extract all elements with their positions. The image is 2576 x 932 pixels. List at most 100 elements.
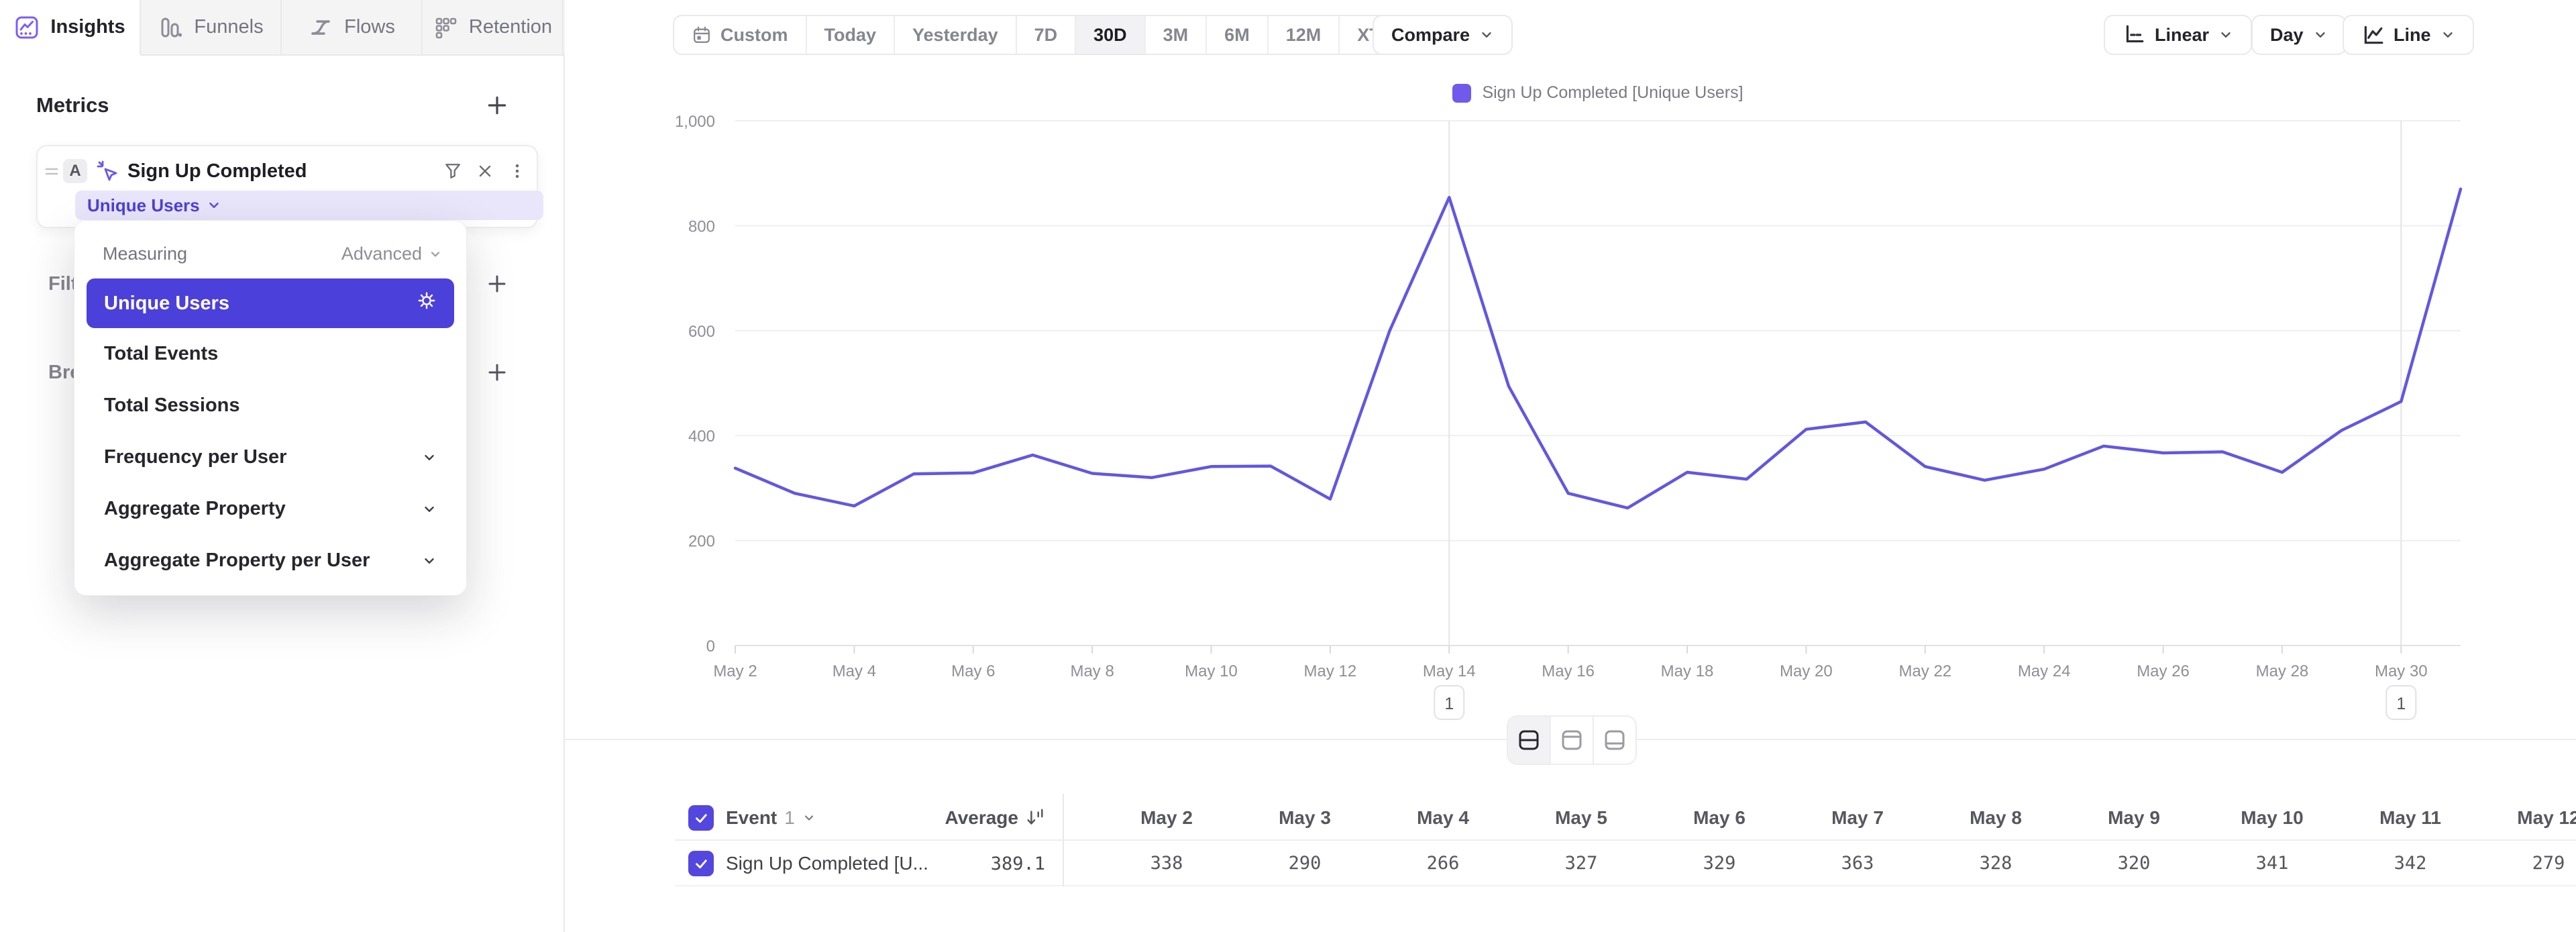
annotation-badge-count: 1	[2396, 694, 2406, 713]
chart-type-button[interactable]: Line	[2343, 15, 2474, 55]
row-average-value: 389.1	[990, 853, 1045, 874]
axis-scale-icon	[2126, 25, 2144, 43]
measuring-dropdown: Measuring Advanced Unique Users Total Eve…	[74, 220, 467, 596]
measure-option-frequency-per-user[interactable]: Frequency per User	[87, 431, 454, 483]
scale-button[interactable]: Linear	[2104, 15, 2253, 55]
chevron-down-icon	[422, 554, 437, 568]
tab-funnels[interactable]: Funnels	[141, 0, 282, 56]
x-tick-label: May 8	[1070, 662, 1114, 680]
x-tick-label: May 18	[1661, 662, 1714, 680]
range-12m[interactable]: 12M	[1269, 16, 1340, 54]
event-more-button[interactable]	[506, 160, 529, 183]
column-header-may-9[interactable]: May 9	[2065, 805, 2203, 831]
range-custom[interactable]: Custom	[674, 16, 807, 54]
drag-handle-icon[interactable]	[43, 162, 60, 180]
add-breakdown-button[interactable]	[484, 360, 510, 385]
column-header-may-8[interactable]: May 8	[1927, 805, 2065, 831]
table-only-view-icon	[1605, 730, 1625, 750]
table-only-view-button[interactable]	[1594, 717, 1635, 764]
range-label: Today	[824, 24, 877, 45]
filters-label: Filt	[48, 272, 78, 295]
add-filter-button[interactable]	[484, 271, 510, 297]
range-3m[interactable]: 3M	[1146, 16, 1208, 54]
column-header-may-7[interactable]: May 7	[1788, 805, 1927, 831]
scale-label: Linear	[2155, 24, 2210, 45]
insights-line-chart[interactable]: 0 200 400 600 800 1,000 May 2 May 4 May 6 May 8 Ma…	[565, 74, 2576, 745]
x-tick-label: May 28	[2256, 662, 2309, 680]
sort-icon	[1027, 809, 1043, 825]
range-7d[interactable]: 7D	[1017, 16, 1077, 54]
plus-icon	[488, 96, 506, 115]
annotation-badge-count: 1	[1444, 694, 1454, 713]
measure-option-total-events[interactable]: Total Events	[87, 328, 454, 380]
chevron-down-icon	[2443, 32, 2453, 38]
x-tick-label: May 24	[2018, 662, 2071, 680]
cell-may-10: 341	[2255, 853, 2289, 874]
split-view-button[interactable]	[1508, 717, 1551, 764]
event-letter-badge: A	[63, 159, 87, 183]
measure-option-unique-users[interactable]: Unique Users	[87, 278, 454, 328]
column-header-may-12[interactable]: May 12	[2479, 805, 2576, 831]
tab-retention[interactable]: Retention	[423, 0, 564, 56]
chart-only-view-button[interactable]	[1551, 717, 1594, 764]
compare-button[interactable]: Compare	[1373, 15, 1513, 55]
insights-icon	[14, 15, 40, 40]
y-tick-label: 800	[688, 217, 715, 236]
cell-may-12: 279	[2532, 853, 2565, 874]
measure-option-label: Unique Users	[104, 292, 229, 314]
measuring-mode-select[interactable]: Advanced	[341, 244, 442, 264]
cell-may-2: 338	[1150, 853, 1183, 874]
metrics-title: Metrics	[36, 93, 109, 117]
event-group-header[interactable]: Event 1	[726, 805, 816, 831]
plus-icon	[488, 275, 506, 293]
metrics-section-header: Metrics	[36, 93, 510, 118]
gear-icon[interactable]	[417, 291, 437, 316]
compare-label: Compare	[1391, 24, 1470, 45]
range-yesterday[interactable]: Yesterday	[895, 16, 1017, 54]
select-all-checkbox[interactable]	[688, 805, 714, 831]
measuring-dropdown-header: Measuring Advanced	[103, 244, 442, 264]
column-header-may-3[interactable]: May 3	[1236, 805, 1374, 831]
cell-may-9: 320	[2117, 853, 2151, 874]
filter-event-button[interactable]	[441, 160, 464, 183]
cell-may-6: 329	[1703, 853, 1736, 874]
range-label: 12M	[1285, 24, 1322, 45]
remove-event-button[interactable]	[474, 160, 496, 183]
measured-as-pill[interactable]: Unique Users	[75, 191, 543, 220]
range-6m[interactable]: 6M	[1207, 16, 1269, 54]
column-header-may-10[interactable]: May 10	[2203, 805, 2341, 831]
kebab-icon	[515, 164, 519, 178]
add-metric-button[interactable]	[484, 93, 510, 118]
measure-option-label: Aggregate Property	[104, 498, 286, 519]
interval-button[interactable]: Day	[2251, 15, 2347, 55]
measure-option-label: Total Events	[104, 343, 219, 364]
x-tick-label: May 22	[1898, 662, 1951, 680]
range-today[interactable]: Today	[807, 16, 896, 54]
calendar-icon	[692, 25, 712, 45]
column-header-may-4[interactable]: May 4	[1374, 805, 1512, 831]
tab-flows[interactable]: Flows	[282, 0, 423, 56]
tab-insights[interactable]: Insights	[0, 0, 141, 56]
measure-option-total-sessions[interactable]: Total Sessions	[87, 380, 454, 431]
event-title[interactable]: Sign Up Completed	[127, 160, 432, 183]
table-frozen-divider	[1063, 794, 1064, 886]
average-column-header[interactable]: Average	[859, 805, 1045, 831]
flows-icon	[308, 15, 333, 40]
column-header-may-11[interactable]: May 11	[2341, 805, 2479, 831]
x-tick-label: May 16	[1542, 662, 1595, 680]
measure-option-aggregate-property[interactable]: Aggregate Property	[87, 483, 454, 535]
range-30d[interactable]: 30D	[1076, 16, 1146, 54]
column-header-may-6[interactable]: May 6	[1650, 805, 1788, 831]
x-tick-label: May 4	[833, 662, 876, 680]
row-checkbox[interactable]	[688, 851, 714, 876]
column-header-may-5[interactable]: May 5	[1512, 805, 1650, 831]
cell-may-7: 363	[1841, 853, 1874, 874]
event-card-row: A Sign Up Completed	[43, 153, 529, 189]
x-tick-label: May 2	[713, 662, 757, 680]
measure-option-aggregate-property-per-user[interactable]: Aggregate Property per User	[87, 535, 454, 586]
measure-option-label: Total Sessions	[104, 395, 240, 416]
column-header-may-2[interactable]: May 2	[1097, 805, 1236, 831]
chart-only-view-icon	[1562, 730, 1582, 750]
table-row-values: 338 290 266 327 329 363 328 320 341 342 279	[1097, 851, 2576, 876]
series-line[interactable]	[733, 187, 2463, 510]
